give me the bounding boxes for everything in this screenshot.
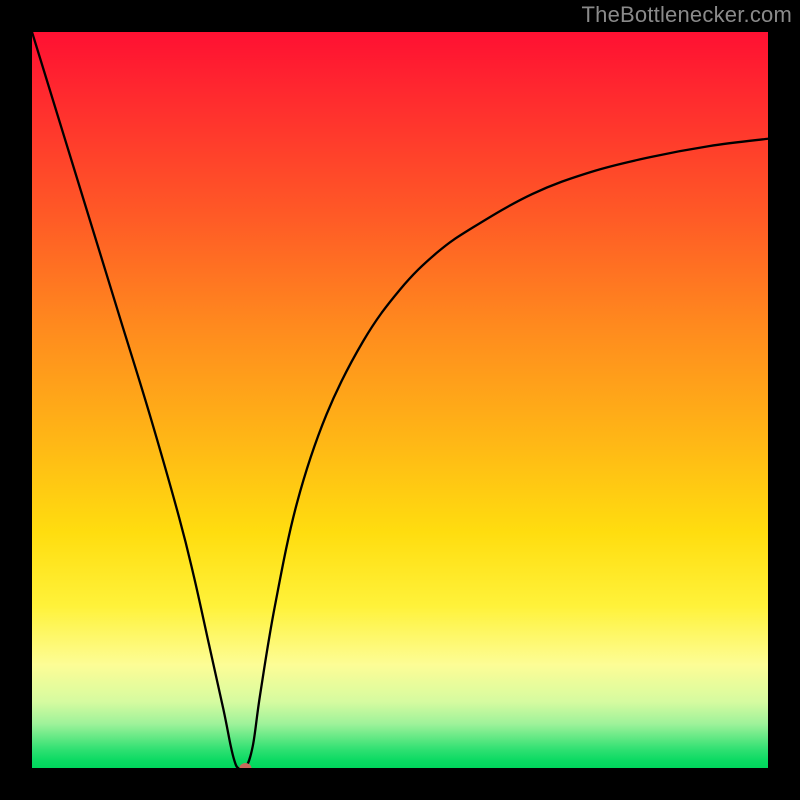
min-marker-dot	[239, 763, 251, 768]
plot-area	[32, 32, 768, 768]
chart-frame: TheBottlenecker.com	[0, 0, 800, 800]
bottleneck-curve	[32, 32, 768, 768]
chart-svg	[32, 32, 768, 768]
watermark-text: TheBottlenecker.com	[582, 2, 792, 28]
